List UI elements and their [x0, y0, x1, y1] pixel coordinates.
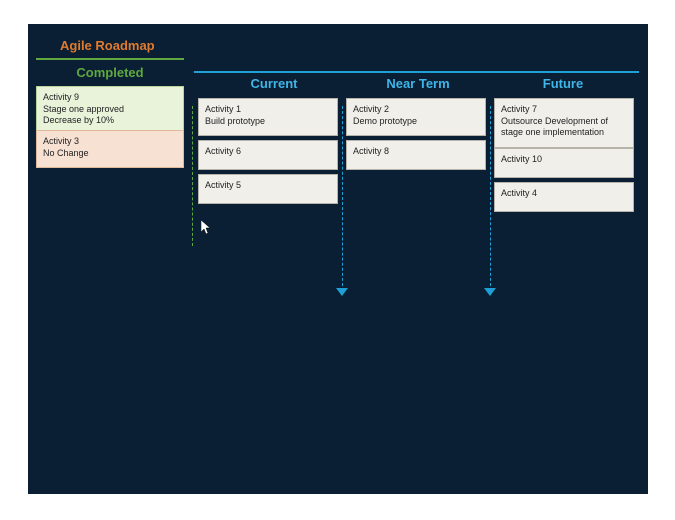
page-title: Agile Roadmap [60, 38, 155, 53]
card-current[interactable]: Activity 1 Build prototype [198, 98, 338, 136]
card-title: Activity 8 [353, 146, 479, 158]
card-title: Activity 9 [43, 92, 177, 104]
card-nearterm[interactable]: Activity 2 Demo prototype [346, 98, 486, 136]
card-line: Decrease by 10% [43, 115, 177, 127]
card-title: Activity 7 [501, 104, 627, 116]
roadmap-underline [194, 71, 639, 73]
card-line: No Change [43, 148, 177, 160]
divider-completed [192, 106, 193, 246]
card-nearterm[interactable]: Activity 8 [346, 140, 486, 170]
card-line: Outsource Development of stage one imple… [501, 116, 627, 139]
card-completed[interactable]: Activity 9 Stage one approved Decrease b… [36, 86, 184, 136]
card-future[interactable]: Activity 4 [494, 182, 634, 212]
card-completed[interactable]: Activity 3 No Change [36, 130, 184, 168]
cursor-icon [201, 220, 213, 236]
divider-current [342, 106, 343, 291]
card-title: Activity 2 [353, 104, 479, 116]
column-header-completed: Completed [36, 65, 184, 80]
divider-nearterm [490, 106, 491, 291]
card-title: Activity 10 [501, 154, 627, 166]
roadmap-canvas: Agile Roadmap Completed Current Near Ter… [28, 24, 648, 494]
card-current[interactable]: Activity 5 [198, 174, 338, 204]
card-line: Stage one approved [43, 104, 177, 116]
arrow-down-icon [484, 288, 496, 296]
card-title: Activity 4 [501, 188, 627, 200]
column-header-future: Future [503, 76, 623, 91]
completed-underline [36, 58, 184, 60]
card-line: Demo prototype [353, 116, 479, 128]
card-current[interactable]: Activity 6 [198, 140, 338, 170]
card-line: Build prototype [205, 116, 331, 128]
card-future[interactable]: Activity 10 [494, 148, 634, 178]
column-header-current: Current [214, 76, 334, 91]
card-future[interactable]: Activity 7 Outsource Development of stag… [494, 98, 634, 148]
card-title: Activity 1 [205, 104, 331, 116]
column-header-nearterm: Near Term [358, 76, 478, 91]
arrow-down-icon [336, 288, 348, 296]
card-title: Activity 3 [43, 136, 177, 148]
card-title: Activity 5 [205, 180, 331, 192]
card-title: Activity 6 [205, 146, 331, 158]
